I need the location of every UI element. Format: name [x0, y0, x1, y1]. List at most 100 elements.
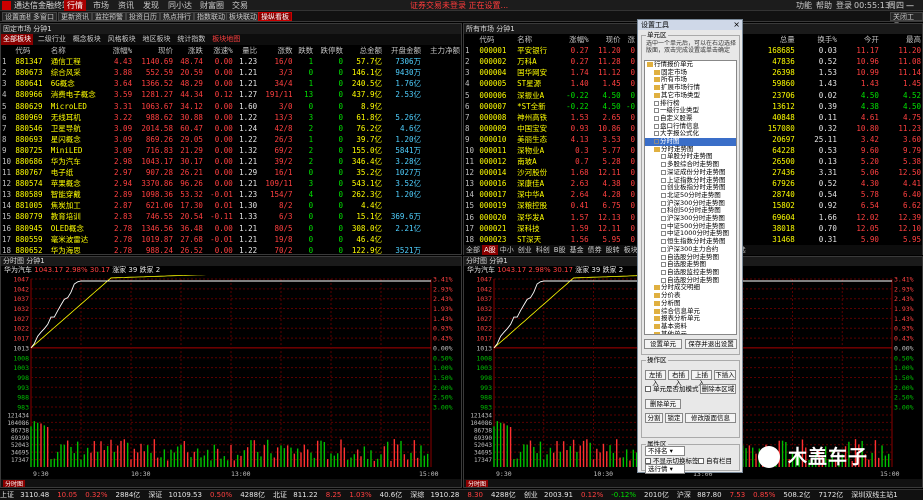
table-row[interactable]: 6 000007 *ST全新 -0.22 4.50 -0	[464, 101, 636, 112]
tree-item[interactable]: 分时成交明细	[645, 284, 736, 292]
table-row[interactable]: 8 880693 星闪概念 3.09 869.26 29.05 0.00 1.22 26/3 1 0…	[1, 134, 461, 145]
table-row[interactable]: 28740 0.54 5.78 6.40	[746, 189, 922, 200]
column-header[interactable]	[1, 45, 14, 56]
delete-region-button[interactable]: 删除本区域	[700, 384, 736, 394]
menu-help[interactable]: 帮助	[816, 0, 832, 11]
tab-all-sectors[interactable]: 全部板块	[1, 34, 33, 45]
market-tab[interactable]: 中小	[498, 245, 516, 255]
column-header[interactable]: 涨幅%	[107, 45, 133, 56]
lock-button[interactable]: 锁定	[665, 413, 683, 423]
table-row[interactable]: 3 880641 6G概念 3.64 1366.52 48.29 0.00 1.21 34/4 1…	[1, 78, 461, 89]
column-header[interactable]	[464, 34, 478, 45]
menu-news[interactable]: 资讯	[118, 0, 134, 11]
insert-down-button[interactable]: 下插入	[714, 370, 736, 380]
table-row[interactable]: 69604 1.66 12.02 12.39	[746, 212, 922, 223]
menu-login[interactable]: 登录	[836, 0, 852, 11]
table-row[interactable]: 10 000011 深物业A 0.3 5.77 0	[464, 145, 636, 156]
tree-item[interactable]: 固定市场	[645, 68, 736, 77]
column-header[interactable]: 现价	[133, 45, 174, 56]
table-row[interactable]: 27436 3.31 5.06 12.50	[746, 167, 922, 178]
tree-item[interactable]: 行情报价单元	[645, 61, 736, 69]
column-header[interactable]: 名称	[50, 45, 107, 56]
table-row[interactable]: 15 000019 深粮控股 0.41 6.75 0	[464, 200, 636, 211]
column-header[interactable]: 名称	[516, 34, 558, 45]
table-row[interactable]: 2 000002 万科A 0.27 11.28 0	[464, 56, 636, 67]
table-row[interactable]: 13 000016 深康佳A 2.63 4.38 0	[464, 178, 636, 189]
table-row[interactable]: 11 880767 电子纸 2.97 907.28 26.21 0.00 1.29 16/1 0 0…	[1, 167, 461, 178]
table-row[interactable]: 18 880652 华为海思 2.78 988.24 26.52 0.00 1.22 70/2 0…	[1, 245, 461, 256]
table-row[interactable]: 6 880969 无线耳机 3.22 988.62 30.88 0.00 1.22 13/3 3 0…	[1, 112, 461, 123]
market-tab[interactable]: 科创	[534, 245, 552, 255]
table-row[interactable]: 168685 0.03 11.17 11.20	[746, 45, 922, 56]
column-header[interactable]: 现价	[590, 34, 622, 45]
market-tab[interactable]: A股	[482, 245, 498, 255]
table-row[interactable]: 5 000006 深振业A -0.22 4.50 0	[464, 89, 636, 100]
menu-market[interactable]: 市场	[93, 0, 109, 11]
toolbar-index-link[interactable]: 指数联动	[194, 12, 228, 21]
table-row[interactable]: 13 880589 智能穿戴 2.89 1098.36 53.32 -0.01 1.23 154…	[1, 189, 461, 200]
tab-sector-map[interactable]: 板块地图	[210, 34, 242, 45]
column-header[interactable]: 总金额	[344, 45, 383, 56]
tab-stat-index[interactable]: 统计指数	[175, 34, 207, 45]
unit-tree[interactable]: 行情报价单元 固定市场 所有市场 扩展市场行情 其它市场类型 排行榜 一级行业类型 自定义股票…	[644, 60, 737, 335]
market-tab[interactable]: 创业	[516, 245, 534, 255]
column-header[interactable]: 代码	[14, 45, 49, 56]
unit-mode-checkbox[interactable]: 单元是否加模式	[645, 385, 699, 394]
column-header[interactable]: 涨幅%	[558, 34, 590, 45]
toolbar-update-news[interactable]: 更新资讯	[58, 12, 92, 21]
modify-layout-button[interactable]: 修改版面信息	[685, 413, 736, 423]
menu-wealth[interactable]: 财富圈	[200, 0, 224, 11]
table-row[interactable]: 15802 0.92 6.54 6.62	[746, 200, 922, 211]
tree-item[interactable]: 其他单元	[645, 330, 736, 334]
table-row[interactable]: 10 880686 华为汽车 2.98 1043.17 30.17 0.00 1.21 39/2…	[1, 156, 461, 167]
table-row[interactable]: 5 880629 MicroLED 3.31 1063.67 34.12 0.00 1.60 3…	[1, 100, 461, 111]
tab-concept[interactable]: 概念板块	[71, 34, 103, 45]
column-header[interactable]: 涨数	[258, 45, 293, 56]
toolbar-dashboard[interactable]: 操纵看板	[258, 12, 292, 21]
table-row[interactable]: 12 880574 苹果概念 2.94 3370.86 96.26 0.00 1.21 109/…	[1, 178, 461, 189]
delete-unit-button[interactable]: 删除单元	[645, 399, 681, 409]
table-row[interactable]: 17 000021 深科技 1.59 12.11 0	[464, 223, 636, 234]
insert-right-button[interactable]: 右插入	[668, 370, 689, 387]
toolbar-multi-window[interactable]: 多窗口	[30, 12, 57, 21]
table-row[interactable]: 12 000014 沙河股份 1.68 12.11 0	[464, 167, 636, 178]
column-header[interactable]: 主力净额	[422, 45, 461, 56]
table-row[interactable]: 23706 0.02 4.50 4.52	[746, 89, 922, 100]
column-header[interactable]: 换手%	[796, 34, 838, 45]
insert-left-button[interactable]: 左插入	[645, 370, 666, 387]
table-row[interactable]: 47836 0.52 10.96 11.08	[746, 56, 922, 67]
table-row[interactable]: 2 880673 综合风采 3.88 552.59 20.59 0.00 1.21 3/3 0 0 1…	[1, 67, 461, 78]
table-row[interactable]: 17 880559 毫米波雷达 2.78 1019.87 27.68 -0.01 1.21 19…	[1, 234, 461, 245]
tree-item[interactable]: 分价表	[645, 291, 736, 300]
column-header[interactable]: 涨	[622, 34, 636, 45]
table-row[interactable]: 20697 25.11 3.42 3.60	[746, 134, 922, 145]
column-header[interactable]: 代码	[478, 34, 516, 45]
table-row[interactable]: 11 000012 南玻A 0.7 5.28 0	[464, 156, 636, 167]
table-row[interactable]: 26398 1.53 10.99 11.14	[746, 67, 922, 78]
split-button[interactable]: 分割	[645, 413, 663, 423]
tab-level2-industry[interactable]: 二级行业	[36, 34, 68, 45]
table-row[interactable]: 64228 0.53 9.60 9.79	[746, 145, 922, 156]
set-unit-button[interactable]: 设置单元	[644, 339, 682, 349]
table-row[interactable]: 13612 0.39 4.38 4.50	[746, 101, 922, 112]
table-row[interactable]: 4 880966 消费电子概念 3.59 1281.27 44.34 0.12 1.27 191…	[1, 89, 461, 100]
table-row[interactable]: 1 881347 通信工程 4.43 1140.69 48.74 0.00 1.23 16/0 1…	[1, 56, 461, 67]
table-row[interactable]: 67926 0.52 4.30 4.41	[746, 178, 922, 189]
table-row[interactable]: 16 880945 OLED概念 2.78 1346.56 36.48 0.00 1.21 80…	[1, 223, 461, 234]
tree-item[interactable]: 报表分析单元	[645, 314, 736, 323]
table-row[interactable]: 14 881005 焦炭加工 2.87 621.06 17.30 0.01 1.30 8/2 0 0…	[1, 200, 461, 211]
tab-style[interactable]: 风格板块	[106, 34, 138, 45]
tree-item[interactable]: 基本资料	[645, 322, 736, 331]
table-row[interactable]: 14 000017 深中华A 2.64 4.28 0	[464, 189, 636, 200]
toolbar-monitor-alert[interactable]: 监控预警	[92, 12, 126, 21]
table-row[interactable]: 59860 1.43 1.43 1.45	[746, 78, 922, 89]
insert-up-button[interactable]: 上插入	[691, 370, 712, 387]
column-header[interactable]: 涨速%	[204, 45, 234, 56]
table-row[interactable]: 9 000010 美丽生态 4.13 3.53 0	[464, 134, 636, 145]
market-tab[interactable]: 债券	[586, 245, 604, 255]
market-tab[interactable]: 股转	[604, 245, 622, 255]
column-header[interactable]: 开盘金额	[383, 45, 422, 56]
intraday-chart-plot[interactable]: 1047 3.41% 1042 2.93% 1037 2.43% 1032 1.93% 1027…	[1, 275, 461, 487]
table-row[interactable]: 18 000023 ST深天 1.56 5.95 0	[464, 234, 636, 245]
column-header[interactable]: 最高	[880, 34, 922, 45]
